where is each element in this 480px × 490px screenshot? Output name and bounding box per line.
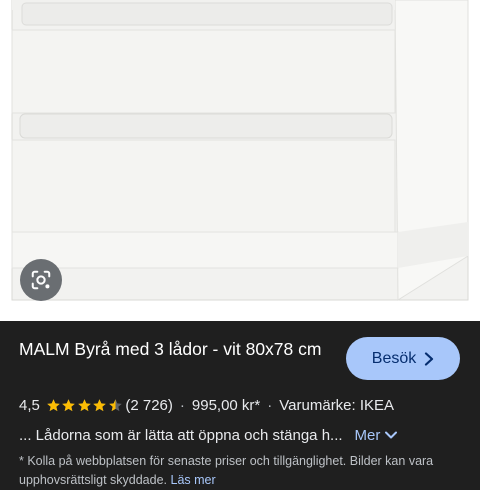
visit-button[interactable]: Besök bbox=[346, 337, 460, 380]
more-link[interactable]: Mer bbox=[355, 427, 398, 444]
star-icon bbox=[47, 398, 60, 411]
google-lens-button[interactable] bbox=[20, 259, 62, 301]
product-title[interactable]: MALM Byrå med 3 lådor - vit 80x78 cm bbox=[19, 338, 329, 361]
visit-button-label: Besök bbox=[371, 349, 417, 367]
google-lens-icon bbox=[31, 270, 51, 290]
read-more-link[interactable]: Läs mer bbox=[171, 473, 216, 487]
separator: · bbox=[267, 396, 273, 414]
dresser-illustration bbox=[0, 0, 480, 321]
star-icon bbox=[78, 398, 91, 411]
snippet-row: ... Lådorna som är lätta att öppna och s… bbox=[19, 424, 464, 446]
rating-row: 4,5 (2 726) · 995,00 kr* · Varumärke: IK… bbox=[19, 394, 394, 416]
review-count[interactable]: (2 726) bbox=[125, 397, 173, 414]
rating-value: 4,5 bbox=[19, 396, 40, 414]
chevron-right-icon bbox=[425, 351, 434, 366]
price: 995,00 kr* bbox=[191, 396, 261, 414]
star-icon bbox=[109, 398, 122, 411]
star-icon bbox=[62, 398, 76, 411]
price-disclaimer: * Kolla på webbplatsen för senaste prise… bbox=[19, 452, 469, 490]
star-icon bbox=[93, 398, 107, 411]
product-image[interactable] bbox=[0, 0, 480, 321]
chevron-down-icon bbox=[385, 431, 398, 439]
separator: · bbox=[179, 396, 185, 414]
product-snippet: ... Lådorna som är lätta att öppna och s… bbox=[19, 426, 343, 444]
more-label: Mer bbox=[354, 426, 381, 444]
disclaimer-text: * Kolla på webbplatsen för senaste prise… bbox=[19, 454, 434, 487]
brand: Varumärke: IKEA bbox=[279, 396, 395, 414]
star-rating bbox=[46, 398, 124, 413]
